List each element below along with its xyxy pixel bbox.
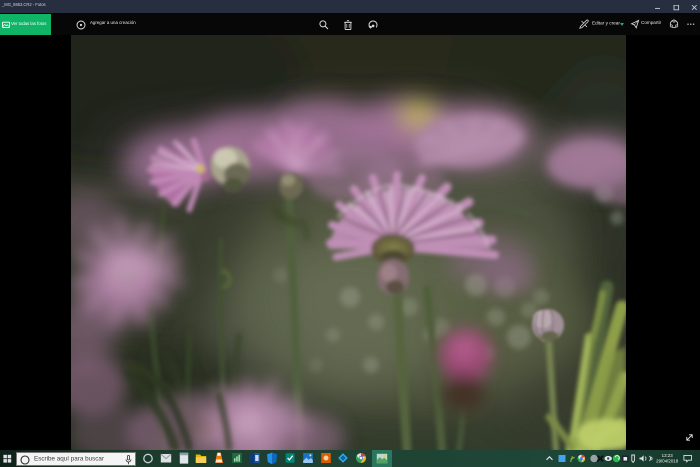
svg-text:13:23: 13:23 [662,453,674,458]
svg-text:29/04/2018: 29/04/2018 [656,459,679,464]
